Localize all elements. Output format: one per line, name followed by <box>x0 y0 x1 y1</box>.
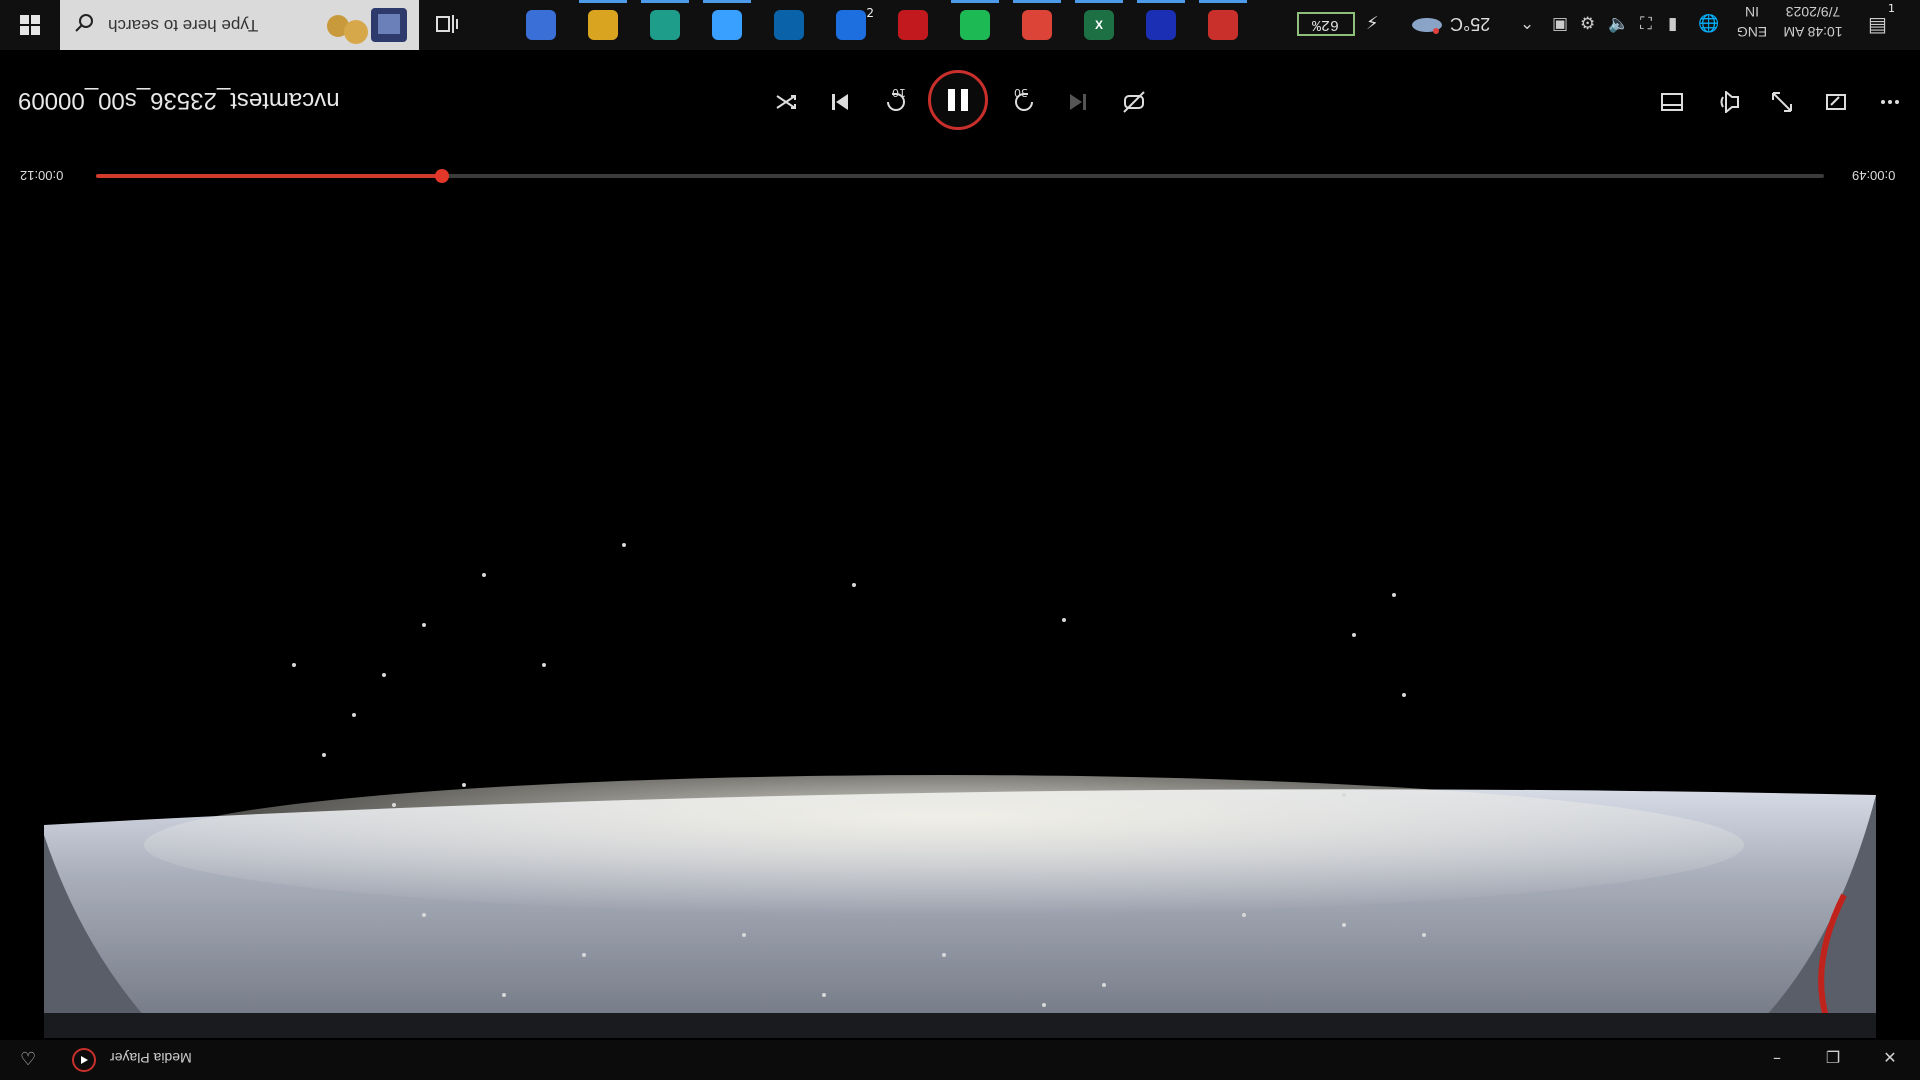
search-placeholder: Type here to search <box>108 16 259 35</box>
battery-indicator[interactable]: 62% <box>1297 12 1355 36</box>
active-indicator <box>641 0 689 3</box>
display-icon[interactable]: ⛶ <box>1640 14 1652 34</box>
media-player-icon <box>1208 10 1238 40</box>
language-indicator[interactable]: IN ENG <box>1732 2 1772 42</box>
previous-icon[interactable] <box>822 84 858 120</box>
active-indicator <box>1075 0 1123 3</box>
active-indicator <box>951 0 999 3</box>
repeat-off-icon[interactable] <box>1116 84 1152 120</box>
pause-button[interactable] <box>928 70 988 130</box>
chrome-taskbar-button[interactable] <box>1006 0 1068 50</box>
cube-app-taskbar-button[interactable] <box>510 0 572 50</box>
globe-icon[interactable]: 🌐 <box>1698 14 1719 34</box>
active-indicator <box>1013 0 1061 3</box>
vpn-app-taskbar-button[interactable]: 2 <box>820 0 882 50</box>
blue-app-icon <box>1146 10 1176 40</box>
video-frame[interactable] <box>44 195 1876 1038</box>
total-duration: 0:00:49 <box>1852 168 1896 183</box>
skip-forward-button[interactable]: 30 <box>1006 84 1042 120</box>
start-button[interactable] <box>0 0 60 50</box>
cortana-ring-taskbar-button[interactable] <box>696 0 758 50</box>
elapsed-time: 0:00:12 <box>20 168 64 183</box>
skip-back-button[interactable]: 10 <box>878 84 914 120</box>
pinned-apps: 2X <box>510 0 1254 50</box>
media-player-app-icon <box>72 1048 96 1072</box>
file-explorer-taskbar-button[interactable] <box>572 0 634 50</box>
store-icon <box>774 10 804 40</box>
task-view-icon[interactable] <box>435 13 461 37</box>
app-badge: 2 <box>866 6 874 20</box>
blue-app-taskbar-button[interactable] <box>1130 0 1192 50</box>
pause-icon <box>948 89 968 111</box>
minimize-button[interactable]: – <box>1762 1048 1792 1067</box>
next-icon[interactable] <box>1060 84 1096 120</box>
spotify-taskbar-button[interactable] <box>944 0 1006 50</box>
power-plug-icon: ⚡ <box>1366 13 1379 34</box>
excel-taskbar-button[interactable]: X <box>1068 0 1130 50</box>
media-player-taskbar-button[interactable] <box>1192 0 1254 50</box>
active-indicator <box>1199 0 1247 3</box>
spotify-icon <box>960 10 990 40</box>
notification-center-icon[interactable]: ▤ <box>1868 12 1887 36</box>
store-taskbar-button[interactable] <box>758 0 820 50</box>
active-indicator <box>703 0 751 3</box>
notification-count: 1 <box>1888 2 1895 15</box>
active-indicator <box>579 0 627 3</box>
media-title: nvcamtest_23536_s00_00009 <box>18 87 340 114</box>
vpn-app-icon <box>836 10 866 40</box>
close-button[interactable]: ✕ <box>1875 1048 1905 1067</box>
maximize-button[interactable]: ❐ <box>1818 1048 1848 1067</box>
taskbar-search-box[interactable]: Type here to search <box>60 0 419 50</box>
camera-icon[interactable]: ▣ <box>1552 14 1568 34</box>
red-app-taskbar-button[interactable] <box>882 0 944 50</box>
active-indicator <box>1137 0 1185 3</box>
cortana-ring-icon <box>712 10 742 40</box>
temperature-label[interactable]: 25°C <box>1450 13 1490 34</box>
speaker-icon[interactable]: 🔈 <box>1608 14 1629 34</box>
shield-icon[interactable]: ♡ <box>20 1049 36 1070</box>
search-highlight-icon <box>327 8 407 44</box>
seek-bar[interactable] <box>96 169 1824 183</box>
more-options-icon[interactable] <box>1872 84 1908 120</box>
network-error-icon[interactable]: ⚙ <box>1580 14 1595 34</box>
windows-logo-icon <box>20 15 40 35</box>
seek-bar-thumb[interactable] <box>434 169 449 183</box>
skip-forward-seconds: 30 <box>1014 86 1028 99</box>
fullscreen-icon[interactable] <box>1764 84 1800 120</box>
edge-taskbar-button[interactable] <box>634 0 696 50</box>
excel-icon: X <box>1084 10 1114 40</box>
shuffle-icon[interactable] <box>768 84 804 120</box>
app-name: Media Player <box>110 1050 192 1066</box>
window-title-bar: ♡ Media Player – ❐ ✕ <box>0 1040 1920 1080</box>
battery-tray-icon[interactable]: ▮ <box>1668 14 1677 34</box>
miniplayer-icon[interactable] <box>1654 84 1690 120</box>
seek-bar-progress <box>96 174 442 178</box>
search-icon <box>74 13 100 38</box>
edge-icon <box>650 10 680 40</box>
chrome-icon <box>1022 10 1052 40</box>
red-app-icon <box>898 10 928 40</box>
chevron-up-icon[interactable]: ⌄ <box>1520 14 1534 34</box>
clock[interactable]: 7/9/2023 10:48 AM <box>1776 2 1850 42</box>
cube-app-icon <box>526 10 556 40</box>
cast-icon[interactable] <box>1818 84 1854 120</box>
volume-icon[interactable] <box>1710 84 1746 120</box>
weather-cloud-icon[interactable] <box>1410 13 1444 35</box>
skip-back-seconds: 10 <box>892 86 906 99</box>
file-explorer-icon <box>588 10 618 40</box>
